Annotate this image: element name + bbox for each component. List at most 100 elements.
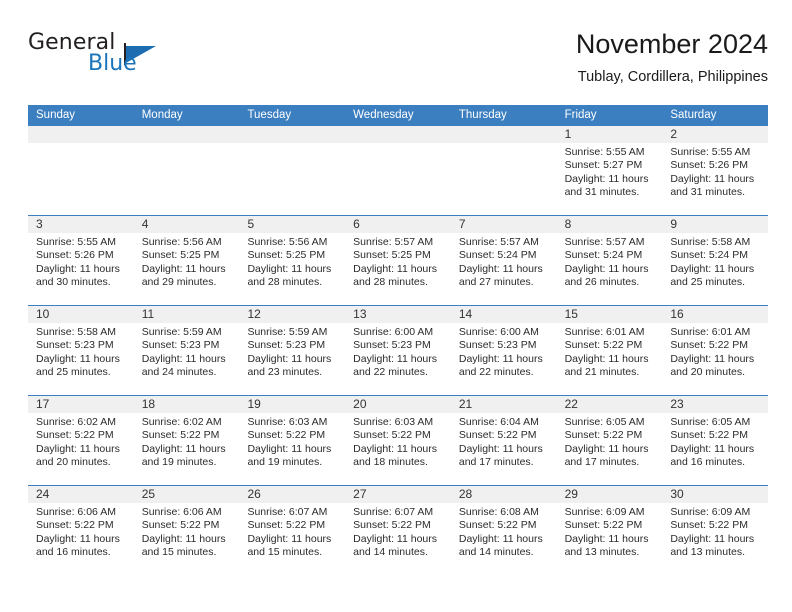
weekday-header-tuesday: Tuesday: [247, 109, 292, 121]
calendar-day-cell[interactable]: 22 Sunrise: 6:05 AM Sunset: 5:22 PM Dayligh…: [556, 396, 663, 485]
sunrise-text: Sunrise: 5:57 AM: [458, 236, 539, 248]
calendar-day-cell[interactable]: 11 Sunrise: 5:59 AM Sunset: 5:23 PM Dayligh…: [133, 306, 240, 395]
sunrise-text: Sunrise: 6:02 AM: [141, 416, 222, 428]
sunset-text: Sunset: 5:22 PM: [564, 339, 643, 352]
calendar-day-cell[interactable]: 10 Sunrise: 5:58 AM Sunset: 5:23 PM Dayligh…: [28, 306, 134, 395]
daylight-text-line1: Daylight: 11 hours: [564, 262, 649, 275]
day-number: 30: [662, 486, 769, 503]
day-details: Sunrise: 6:02 AM Sunset: 5:22 PM Daylight:…: [134, 413, 240, 470]
calendar-day-cell[interactable]: 13 Sunrise: 6:00 AM Sunset: 5:23 PM Dayligh…: [345, 306, 451, 395]
sunset-text: Sunset: 5:22 PM: [353, 519, 431, 532]
daylight-text-line1: Daylight: 11 hours: [141, 442, 226, 455]
sunset-text: Sunset: 5:22 PM: [141, 519, 220, 532]
daylight-text-line2: and 25 minutes.: [36, 366, 111, 379]
day-number: 24: [28, 486, 134, 503]
day-number: 9: [662, 216, 769, 233]
sunrise-text: Sunrise: 6:02 AM: [36, 416, 116, 428]
day-number: 4: [133, 216, 240, 233]
sunset-text: Sunset: 5:27 PM: [564, 159, 643, 172]
calendar-day-cell[interactable]: 6 Sunrise: 5:57 AM Sunset: 5:25 PM Daylight…: [345, 216, 451, 305]
day-number: 18: [133, 396, 240, 413]
weekday-header-wednesday: Wednesday: [353, 109, 414, 121]
daylight-text-line2: and 13 minutes.: [670, 546, 746, 559]
calendar-day-cell[interactable]: 12 Sunrise: 5:59 AM Sunset: 5:23 PM Dayligh…: [239, 306, 346, 395]
calendar-week-row: 10 Sunrise: 5:58 AM Sunset: 5:23 PM Dayligh…: [28, 305, 769, 395]
day-number: 27: [345, 486, 451, 503]
sunset-text: Sunset: 5:23 PM: [141, 339, 220, 352]
calendar-day-cell[interactable]: 30 Sunrise: 6:09 AM Sunset: 5:22 PM Dayligh…: [662, 486, 769, 575]
calendar-day-cell[interactable]: 8 Sunrise: 5:57 AM Sunset: 5:24 PM Daylight…: [556, 216, 663, 305]
day-number: 20: [345, 396, 451, 413]
sunrise-text: Sunrise: 6:05 AM: [564, 416, 645, 428]
sunset-text: Sunset: 5:22 PM: [36, 519, 114, 532]
calendar-day-cell[interactable]: 20 Sunrise: 6:03 AM Sunset: 5:22 PM Dayligh…: [345, 396, 451, 485]
sunrise-text: Sunrise: 6:04 AM: [458, 416, 539, 428]
sunrise-text: Sunrise: 6:06 AM: [141, 506, 222, 518]
calendar-day-cell[interactable]: 5 Sunrise: 5:56 AM Sunset: 5:25 PM Daylight…: [239, 216, 346, 305]
sunset-text: Sunset: 5:22 PM: [247, 519, 326, 532]
daylight-text-line2: and 14 minutes.: [458, 546, 534, 559]
daylight-text-line1: Daylight: 11 hours: [247, 442, 332, 455]
calendar-week-row: 1 Sunrise: 5:55 AM Sunset: 5:27 PM Daylight…: [28, 126, 769, 215]
daylight-text-line2: and 19 minutes.: [141, 456, 217, 469]
daylight-text-line2: and 13 minutes.: [564, 546, 640, 559]
calendar-day-cell[interactable]: 7 Sunrise: 5:57 AM Sunset: 5:24 PM Daylight…: [450, 216, 557, 305]
sunset-text: Sunset: 5:23 PM: [247, 339, 326, 352]
sunset-text: Sunset: 5:25 PM: [247, 249, 326, 262]
daylight-text-line1: Daylight: 11 hours: [353, 352, 438, 365]
sunrise-text: Sunrise: 5:55 AM: [564, 146, 645, 158]
day-details: Sunrise: 6:03 AM Sunset: 5:22 PM Daylight:…: [239, 413, 345, 470]
daylight-text-line2: and 20 minutes.: [670, 366, 746, 379]
sunrise-text: Sunrise: 6:01 AM: [564, 326, 645, 338]
calendar-day-cell[interactable]: 15 Sunrise: 6:01 AM Sunset: 5:22 PM Dayligh…: [556, 306, 663, 395]
day-details: Sunrise: 6:01 AM Sunset: 5:22 PM Daylight:…: [662, 323, 768, 380]
calendar-day-cell[interactable]: 21 Sunrise: 6:04 AM Sunset: 5:22 PM Dayligh…: [450, 396, 557, 485]
daylight-text-line1: Daylight: 11 hours: [670, 262, 755, 275]
day-number: 25: [133, 486, 240, 503]
calendar-day-cell[interactable]: 9 Sunrise: 5:58 AM Sunset: 5:24 PM Daylight…: [662, 216, 769, 305]
day-details: Sunrise: 5:55 AM Sunset: 5:26 PM Daylight:…: [662, 143, 768, 200]
calendar-body: 1 Sunrise: 5:55 AM Sunset: 5:27 PM Daylight…: [28, 126, 769, 575]
day-number: 1: [556, 126, 663, 143]
sunrise-text: Sunrise: 5:57 AM: [353, 236, 434, 248]
page-header: General Blue November 2024 Tublay, Cordi…: [28, 28, 768, 98]
calendar-day-cell[interactable]: 4 Sunrise: 5:56 AM Sunset: 5:25 PM Daylight…: [133, 216, 240, 305]
day-number: 17: [28, 396, 134, 413]
daylight-text-line1: Daylight: 11 hours: [458, 442, 543, 455]
calendar-day-cell[interactable]: 29 Sunrise: 6:09 AM Sunset: 5:22 PM Dayligh…: [556, 486, 663, 575]
calendar-day-cell[interactable]: 17 Sunrise: 6:02 AM Sunset: 5:22 PM Dayligh…: [28, 396, 134, 485]
sunset-text: Sunset: 5:24 PM: [458, 249, 537, 262]
calendar-day-cell[interactable]: 2 Sunrise: 5:55 AM Sunset: 5:26 PM Daylight…: [662, 126, 769, 215]
day-number: 19: [239, 396, 346, 413]
day-number: 12: [239, 306, 346, 323]
sunset-text: Sunset: 5:22 PM: [36, 429, 114, 442]
calendar-day-cell-empty: [345, 126, 451, 215]
calendar-day-cell[interactable]: 25 Sunrise: 6:06 AM Sunset: 5:22 PM Dayligh…: [133, 486, 240, 575]
day-details: Sunrise: 6:08 AM Sunset: 5:22 PM Daylight:…: [451, 503, 557, 560]
daylight-text-line1: Daylight: 11 hours: [36, 532, 120, 545]
calendar-day-cell[interactable]: 23 Sunrise: 6:05 AM Sunset: 5:22 PM Dayligh…: [662, 396, 769, 485]
calendar-day-cell[interactable]: 24 Sunrise: 6:06 AM Sunset: 5:22 PM Dayligh…: [28, 486, 134, 575]
logo-text-blue: Blue: [88, 51, 137, 76]
day-number: 2: [662, 126, 769, 143]
calendar-day-cell[interactable]: 28 Sunrise: 6:08 AM Sunset: 5:22 PM Dayligh…: [450, 486, 557, 575]
calendar-day-cell[interactable]: 18 Sunrise: 6:02 AM Sunset: 5:22 PM Dayligh…: [133, 396, 240, 485]
daylight-text-line1: Daylight: 11 hours: [670, 442, 755, 455]
calendar-day-cell[interactable]: 16 Sunrise: 6:01 AM Sunset: 5:22 PM Dayligh…: [662, 306, 769, 395]
day-number: 8: [556, 216, 663, 233]
day-details: Sunrise: 6:00 AM Sunset: 5:23 PM Daylight:…: [345, 323, 451, 380]
day-details: Sunrise: 6:01 AM Sunset: 5:22 PM Daylight:…: [557, 323, 663, 380]
sunrise-text: Sunrise: 5:58 AM: [670, 236, 751, 248]
calendar-day-cell[interactable]: 14 Sunrise: 6:00 AM Sunset: 5:23 PM Dayligh…: [450, 306, 557, 395]
weekday-header-row: Sunday Monday Tuesday Wednesday Thursday Frid…: [28, 105, 768, 126]
calendar-day-cell[interactable]: 19 Sunrise: 6:03 AM Sunset: 5:22 PM Dayligh…: [239, 396, 346, 485]
calendar-day-cell[interactable]: 27 Sunrise: 6:07 AM Sunset: 5:22 PM Dayligh…: [345, 486, 451, 575]
sunset-text: Sunset: 5:23 PM: [458, 339, 537, 352]
calendar-day-cell[interactable]: 26 Sunrise: 6:07 AM Sunset: 5:22 PM Dayligh…: [239, 486, 346, 575]
calendar-day-cell[interactable]: 1 Sunrise: 5:55 AM Sunset: 5:27 PM Daylight…: [556, 126, 663, 215]
day-details: Sunrise: 5:58 AM Sunset: 5:24 PM Daylight:…: [662, 233, 768, 290]
page-title: November 2024: [575, 29, 768, 59]
calendar-day-cell[interactable]: 3 Sunrise: 5:55 AM Sunset: 5:26 PM Daylight…: [28, 216, 134, 305]
general-blue-logo[interactable]: General Blue: [28, 30, 258, 86]
weekday-header-saturday: Saturday: [670, 109, 717, 121]
